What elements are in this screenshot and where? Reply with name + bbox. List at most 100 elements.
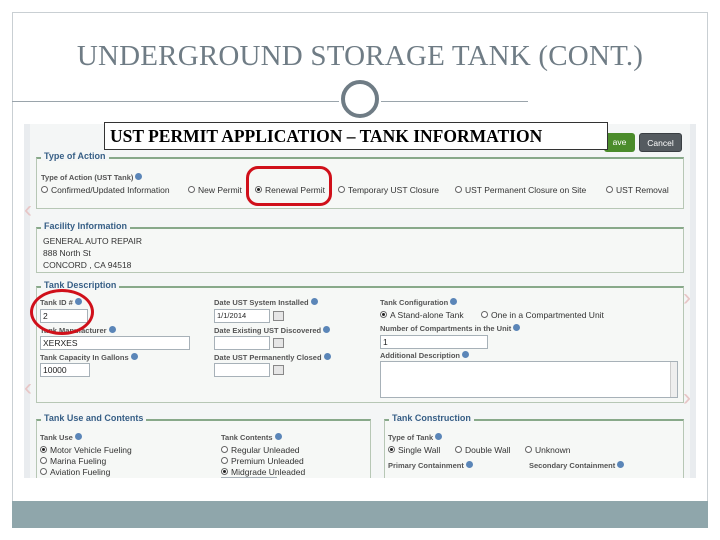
date-discovered-field[interactable] [214, 336, 270, 350]
radio-double-wall[interactable]: Double Wall [455, 445, 511, 455]
facility-street: 888 North St [43, 248, 91, 258]
radio-single-wall[interactable]: Single Wall [388, 445, 440, 455]
ghost-mark: › [683, 284, 691, 311]
type-of-action-legend: Type of Action [41, 151, 109, 161]
facility-section: Facility Information GENERAL AUTO REPAIR… [36, 221, 684, 273]
help-icon[interactable] [310, 298, 318, 305]
help-icon[interactable] [617, 461, 625, 468]
radio-icon [606, 186, 613, 193]
radio-icon [40, 457, 47, 464]
date-installed-label: Date UST System Installed [214, 298, 318, 307]
tank-construction-section: Tank Construction Type of Tank Single Wa… [384, 413, 684, 478]
radio-new-permit[interactable]: New Permit [188, 185, 242, 195]
compartments-field[interactable]: 1 [380, 335, 488, 349]
textarea-scrollbar[interactable] [670, 362, 677, 397]
radio-icon [40, 468, 47, 475]
slide-title: UNDERGROUND STORAGE TANK (CONT.) [76, 40, 644, 72]
capacity-field[interactable]: 10000 [40, 363, 90, 377]
ghost-mark: ‹ [24, 196, 32, 223]
capacity-label: Tank Capacity In Gallons [40, 353, 138, 362]
title-rule-right [381, 101, 528, 102]
radio-icon [221, 457, 228, 464]
form-panel: ‹ ‹ › › Type of Action Type of Action (U… [24, 124, 691, 478]
tank-use-section: Tank Use and Contents Tank Use Motor Veh… [36, 413, 371, 478]
help-icon[interactable] [323, 326, 331, 333]
radio-icon [455, 186, 462, 193]
help-icon[interactable] [465, 461, 473, 468]
title-rule-left [12, 101, 339, 102]
help-icon[interactable] [130, 353, 138, 360]
cancel-button[interactable]: Cancel [639, 133, 682, 152]
radio-icon [221, 468, 228, 475]
tank-use-label: Tank Use [40, 433, 82, 442]
callout-title: UST PERMIT APPLICATION – TANK INFORMATIO… [104, 122, 608, 150]
secondary-containment-label: Secondary Containment [529, 461, 625, 470]
tank-configuration-label: Tank Configuration [380, 298, 458, 307]
radio-icon [481, 311, 488, 318]
radio-temporary-closure[interactable]: Temporary UST Closure [338, 185, 439, 195]
calendar-icon[interactable] [273, 311, 284, 321]
facility-name: GENERAL AUTO REPAIR [43, 236, 143, 246]
radio-regular[interactable]: Regular Unleaded [221, 445, 300, 455]
radio-aviation[interactable]: Aviation Fueling [40, 467, 110, 477]
calendar-icon[interactable] [273, 338, 284, 348]
radio-icon [41, 186, 48, 193]
facility-legend: Facility Information [41, 221, 131, 231]
radio-stand-alone[interactable]: A Stand-alone Tank [380, 310, 464, 320]
type-of-action-label: Type of Action (UST Tank) [41, 173, 143, 182]
save-button[interactable]: ave [604, 133, 635, 152]
additional-description-field[interactable] [380, 361, 678, 398]
facility-city-line: CONCORD , CA 94518 [43, 260, 132, 270]
help-icon[interactable] [74, 433, 82, 440]
radio-icon [525, 446, 532, 453]
radio-marina[interactable]: Marina Fueling [40, 456, 106, 466]
help-icon[interactable] [462, 351, 470, 358]
additional-description-label: Additional Description [380, 351, 470, 360]
radio-icon [338, 186, 345, 193]
ghost-mark: ‹ [24, 374, 32, 401]
primary-containment-label: Primary Containment [388, 461, 473, 470]
radio-permanent-closure[interactable]: UST Permanent Closure on Site [455, 185, 586, 195]
calendar-icon[interactable] [273, 365, 284, 375]
radio-confirmed-updated[interactable]: Confirmed/Updated Information [41, 185, 170, 195]
help-icon[interactable] [274, 433, 282, 440]
radio-premium[interactable]: Premium Unleaded [221, 456, 304, 466]
type-of-tank-label: Type of Tank [388, 433, 443, 442]
tank-contents-label: Tank Contents [221, 433, 282, 442]
radio-midgrade[interactable]: Midgrade Unleaded [221, 467, 305, 477]
help-icon[interactable] [435, 433, 443, 440]
radio-icon [221, 446, 228, 453]
tank-construction-legend: Tank Construction [389, 413, 474, 423]
help-icon[interactable] [450, 298, 458, 305]
help-icon[interactable] [135, 173, 143, 180]
manufacturer-field[interactable]: XERXES [40, 336, 190, 350]
radio-icon [388, 446, 395, 453]
date-closed-label: Date UST Permanently Closed [214, 353, 331, 362]
radio-icon [188, 186, 195, 193]
type-of-action-section: Type of Action Type of Action (UST Tank)… [36, 151, 684, 209]
radio-unknown[interactable]: Unknown [525, 445, 570, 455]
footer-bar [12, 501, 708, 528]
help-icon[interactable] [513, 324, 521, 331]
title-circle-ornament [341, 80, 379, 118]
compartments-label: Number of Compartments in the Unit [380, 324, 521, 333]
radio-motor-vehicle[interactable]: Motor Vehicle Fueling [40, 445, 132, 455]
radio-icon [455, 446, 462, 453]
renewal-permit-highlight [246, 166, 332, 206]
ghost-mark: › [683, 384, 691, 411]
radio-compartmented[interactable]: One in a Compartmented Unit [481, 310, 604, 320]
radio-icon [380, 311, 387, 318]
date-installed-field[interactable]: 1/1/2014 [214, 309, 270, 323]
tank-description-section: Tank Description Tank ID # 2 Tank Manufa… [36, 280, 684, 403]
tank-use-legend: Tank Use and Contents [41, 413, 147, 423]
date-discovered-label: Date Existing UST Discovered [214, 326, 331, 335]
tank-description-legend: Tank Description [41, 280, 120, 290]
tank-id-highlight [30, 289, 94, 335]
date-field-partial[interactable] [221, 477, 277, 478]
radio-icon [40, 446, 47, 453]
date-closed-field[interactable] [214, 363, 270, 377]
help-icon[interactable] [108, 326, 116, 333]
radio-ust-removal[interactable]: UST Removal [606, 185, 669, 195]
help-icon[interactable] [323, 353, 331, 360]
form-screenshot: ‹ ‹ › › Type of Action Type of Action (U… [24, 124, 696, 478]
